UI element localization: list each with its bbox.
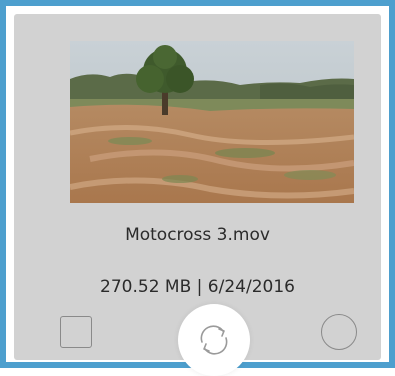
media-card-body: Motocross 3.mov 270.52 MB | 6/24/2016 [14, 14, 381, 376]
file-meta: 270.52 MB | 6/24/2016 [14, 277, 381, 297]
radio-circle-icon[interactable] [321, 314, 357, 350]
thumbnail-image [70, 41, 354, 203]
file-date: 6/24/2016 [207, 277, 295, 297]
refresh-rotate-icon [200, 325, 228, 355]
media-card[interactable]: Motocross 3.mov 270.52 MB | 6/24/2016 [0, 0, 395, 376]
file-size: 270.52 MB [100, 277, 192, 297]
file-name: Motocross 3.mov [125, 225, 270, 245]
meta-separator: | [196, 277, 203, 297]
video-thumbnail[interactable] [70, 41, 354, 203]
rotate-button[interactable] [178, 304, 250, 376]
select-checkbox[interactable] [60, 316, 92, 348]
